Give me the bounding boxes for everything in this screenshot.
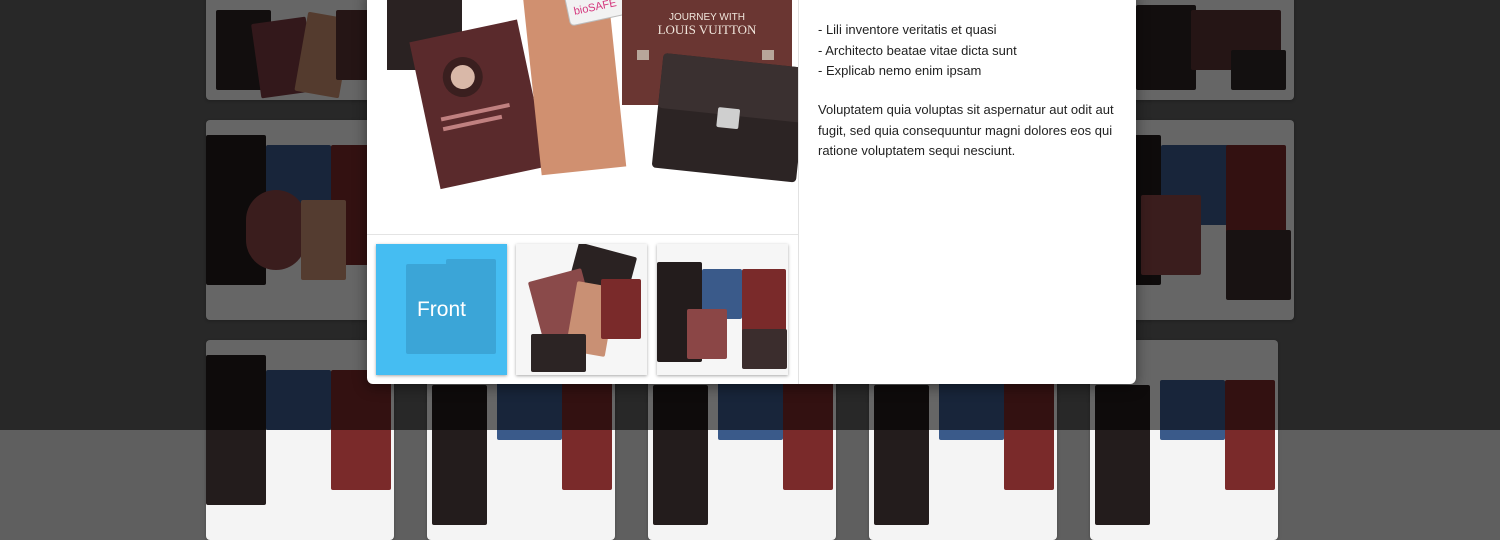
feature-item: - Explicab nemo enim ipsam <box>818 63 982 78</box>
product-photo: bioSAFE JOURNEY WITH LOUIS VUITTON <box>387 0 798 190</box>
folder-text-bottom: LOUIS VUITTON <box>658 22 757 37</box>
product-modal: bioSAFE JOURNEY WITH LOUIS VUITTON Front… <box>367 0 1136 384</box>
feature-item: - Architecto beatae vitae dicta sunt <box>818 42 1017 58</box>
thumbnail-caption: Front <box>416 297 466 321</box>
main-product-image: bioSAFE JOURNEY WITH LOUIS VUITTON <box>367 0 798 235</box>
thumbnail-image <box>657 244 788 375</box>
thumbnail-front[interactable]: Front <box>376 244 507 375</box>
modal-gallery: bioSAFE JOURNEY WITH LOUIS VUITTON Front <box>367 0 799 384</box>
feature-item: - Lili inventore veritatis et quasi <box>818 22 997 37</box>
description-paragraph: Voluptatem quia voluptas sit aspernatur … <box>818 102 1114 158</box>
thumbnail-row: Front <box>367 244 798 384</box>
thumbnail-image <box>516 244 647 375</box>
thumbnail-side[interactable] <box>657 244 788 375</box>
thumbnail-back[interactable] <box>516 244 647 375</box>
feature-list: - Lili inventore veritatis et quasi - Ar… <box>818 20 1017 82</box>
